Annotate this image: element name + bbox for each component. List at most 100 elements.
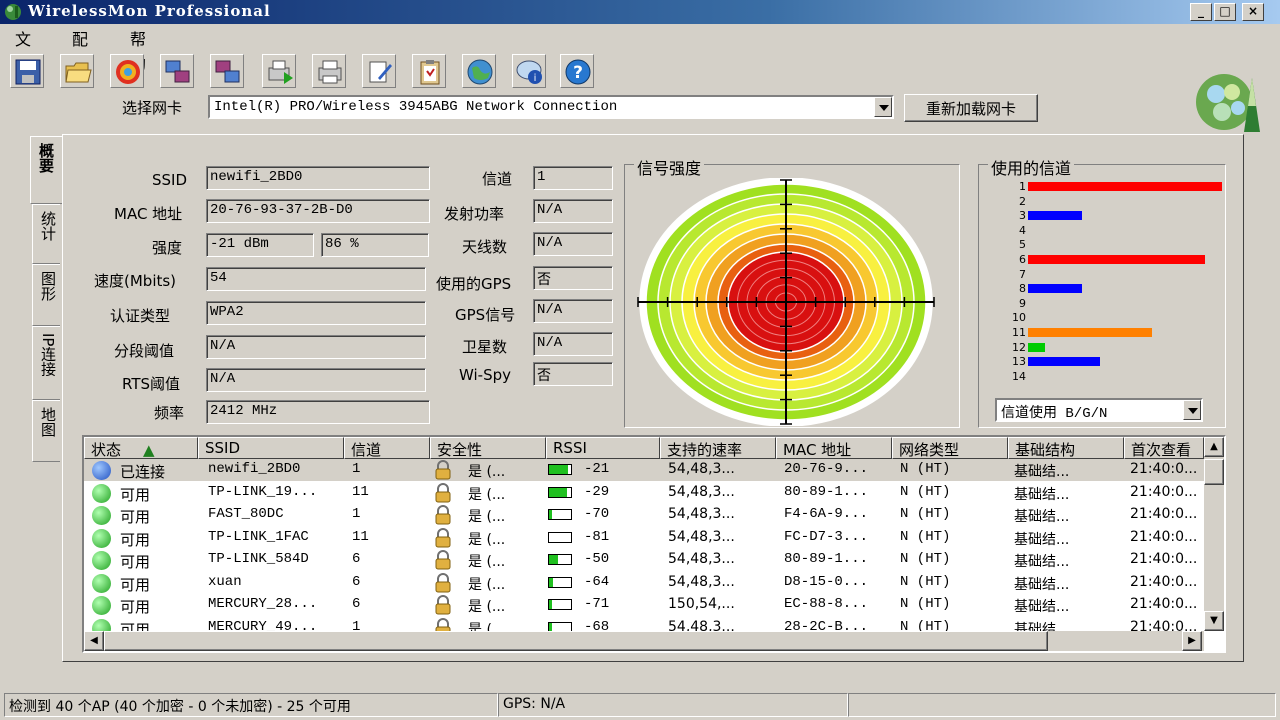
available-status-icon	[92, 596, 111, 615]
chevron-down-icon[interactable]	[1183, 400, 1201, 420]
column-header-ssid[interactable]: SSID	[198, 437, 344, 459]
lock-icon	[435, 595, 451, 615]
tab-statistics[interactable]: 统计	[32, 204, 60, 264]
adapter-label: 选择网卡	[122, 99, 183, 117]
rssi-bar	[548, 554, 572, 565]
satellites-label: 卫星数	[462, 338, 508, 356]
table-row[interactable]: 可用 TP-LINK_19... 11 是 (... -29 54,48,3... 80-8…	[84, 482, 1204, 504]
cell-status: 可用	[120, 575, 151, 594]
column-header-security[interactable]: 安全性	[430, 437, 546, 459]
frequency-label: 频率	[154, 404, 185, 422]
lock-icon	[435, 460, 451, 480]
reload-adapter-button[interactable]: 重新加载网卡	[904, 94, 1038, 122]
column-header-mac[interactable]: MAC 地址	[776, 437, 892, 459]
cell-status: 可用	[120, 553, 151, 571]
channel-tick-label: 4	[1019, 223, 1026, 237]
table-row[interactable]: 可用 FAST_80DC 1 是 (... -70 54,48,3... F4-6A-9..…	[84, 504, 1204, 526]
table-row[interactable]: 可用 MERCURY_28... 6 是 (... -71 150,54,... EC-88…	[84, 594, 1204, 616]
frag-threshold-field: N/A	[206, 335, 426, 359]
rssi-bar	[548, 531, 572, 543]
rssi-bar	[548, 599, 572, 610]
channel-filter-select[interactable]: 信道使用 B/G/N	[995, 398, 1203, 422]
scan-button[interactable]	[110, 54, 144, 88]
tab-summary[interactable]: 概要	[30, 136, 62, 204]
rssi-bar	[548, 576, 572, 588]
help-bubble-icon: i	[516, 60, 542, 84]
cell-security: 是 (...	[468, 486, 506, 503]
scroll-left-icon[interactable]: ◀	[84, 631, 104, 651]
column-header-infrastructure[interactable]: 基础结构	[1008, 437, 1124, 459]
rssi-bar	[548, 464, 572, 475]
window-title: WirelessMon Professional	[28, 2, 271, 20]
column-header-status[interactable]: 状态 ▲	[84, 437, 198, 459]
horizontal-scroll-thumb[interactable]	[104, 631, 1048, 651]
print-preview-button[interactable]	[262, 54, 296, 88]
channel-tick-label: 5	[1019, 238, 1026, 252]
cell-rssi: -64	[584, 573, 610, 590]
frag-threshold-label: 分段阈值	[114, 342, 175, 360]
close-button[interactable]: ×	[1242, 3, 1264, 21]
tx-power-field: N/A	[533, 199, 613, 223]
rssi-bar-fill	[549, 465, 568, 474]
table-row[interactable]: 已连接 newifi_2BD0 1 是 (... -21 54,48,3... 20-76-…	[84, 459, 1204, 481]
cell-mac: EC-88-8...	[784, 596, 869, 612]
cell-infra: 基础结...	[1014, 599, 1070, 615]
tab-map[interactable]: 地图	[32, 400, 60, 462]
column-header-channel[interactable]: 信道	[344, 437, 430, 459]
column-header-rates[interactable]: 支持的速率	[660, 437, 776, 459]
save-button[interactable]	[10, 54, 44, 88]
cell-mac: D8-15-0...	[784, 573, 869, 590]
channel-tick-label: 8	[1019, 282, 1026, 296]
satellites-field: N/A	[533, 332, 613, 356]
print-button[interactable]	[312, 54, 346, 88]
vertical-scrollbar[interactable]: ▲ ▼	[1204, 437, 1224, 631]
cell-channel: 6	[352, 551, 361, 567]
chevron-down-icon[interactable]	[874, 97, 892, 117]
lock-icon	[435, 505, 451, 525]
log-button[interactable]	[362, 54, 396, 88]
column-header-network-type[interactable]: 网络类型	[892, 437, 1008, 459]
scroll-down-icon[interactable]: ▼	[1204, 611, 1224, 631]
scroll-thumb[interactable]	[1204, 459, 1224, 485]
minimize-button[interactable]: _	[1190, 3, 1212, 21]
tx-power-label: 发射功率	[444, 205, 505, 223]
network-cards-button[interactable]	[160, 54, 194, 88]
table-row[interactable]: 可用 TP-LINK_1FAC 11 是 (... -81 54,48,3... FC-D7…	[84, 527, 1204, 549]
cell-first: 21:40:0...	[1130, 528, 1198, 545]
adapter-select[interactable]: Intel(R) PRO/Wireless 3945ABG Network Co…	[208, 95, 894, 119]
column-header-rssi[interactable]: RSSI	[546, 437, 660, 459]
cell-ssid: TP-LINK_19...	[208, 483, 318, 500]
channel-tick-label: 2	[1019, 194, 1026, 208]
svg-text:i: i	[534, 73, 537, 84]
table-row[interactable]: 可用 xuan 6 是 (... -64 54,48,3... D8-15-0... N (H…	[84, 572, 1204, 594]
column-header-first-seen[interactable]: 首次查看	[1124, 437, 1204, 459]
cell-infra: 基础结...	[1014, 576, 1070, 593]
open-button[interactable]	[60, 54, 94, 88]
cell-infra: 基础结...	[1014, 509, 1070, 525]
maximize-button[interactable]: □	[1214, 3, 1236, 21]
clipboard-button[interactable]	[412, 54, 446, 88]
horizontal-scrollbar[interactable]: ◀ ▶	[84, 631, 1204, 651]
info-button[interactable]: i	[512, 54, 546, 88]
scroll-up-icon[interactable]: ▲	[1204, 437, 1224, 457]
cell-type: N (HT)	[900, 596, 951, 612]
title-bar: WirelessMon Professional _ □ ×	[0, 0, 1280, 24]
ap-list[interactable]: 状态 ▲ SSID 信道 安全性 RSSI 支持的速率 MAC 地址 网络类型 基…	[82, 435, 1226, 653]
table-row[interactable]: 可用 TP-LINK_584D 6 是 (... -50 54,48,3... 80-89-…	[84, 549, 1204, 571]
channel-bar	[1028, 357, 1100, 367]
app-icon	[5, 4, 21, 20]
rts-threshold-field: N/A	[206, 368, 426, 392]
tab-ip-connection[interactable]: IP连接	[32, 326, 60, 400]
network-cards-alt-button[interactable]	[210, 54, 244, 88]
channel-tick-label: 7	[1019, 267, 1026, 281]
help-button[interactable]: ?	[560, 54, 594, 88]
web-button[interactable]	[462, 54, 496, 88]
scroll-right-icon[interactable]: ▶	[1182, 631, 1202, 651]
cell-infra: 基础结...	[1014, 486, 1070, 503]
channel-tick-label: 11	[1012, 326, 1026, 339]
cell-security: 是 (...	[468, 509, 506, 525]
strength-dbm-field: -21 dBm	[206, 233, 314, 257]
tab-graph[interactable]: 图形	[32, 264, 60, 326]
target-icon	[116, 60, 140, 84]
rssi-bar-fill	[549, 555, 558, 564]
